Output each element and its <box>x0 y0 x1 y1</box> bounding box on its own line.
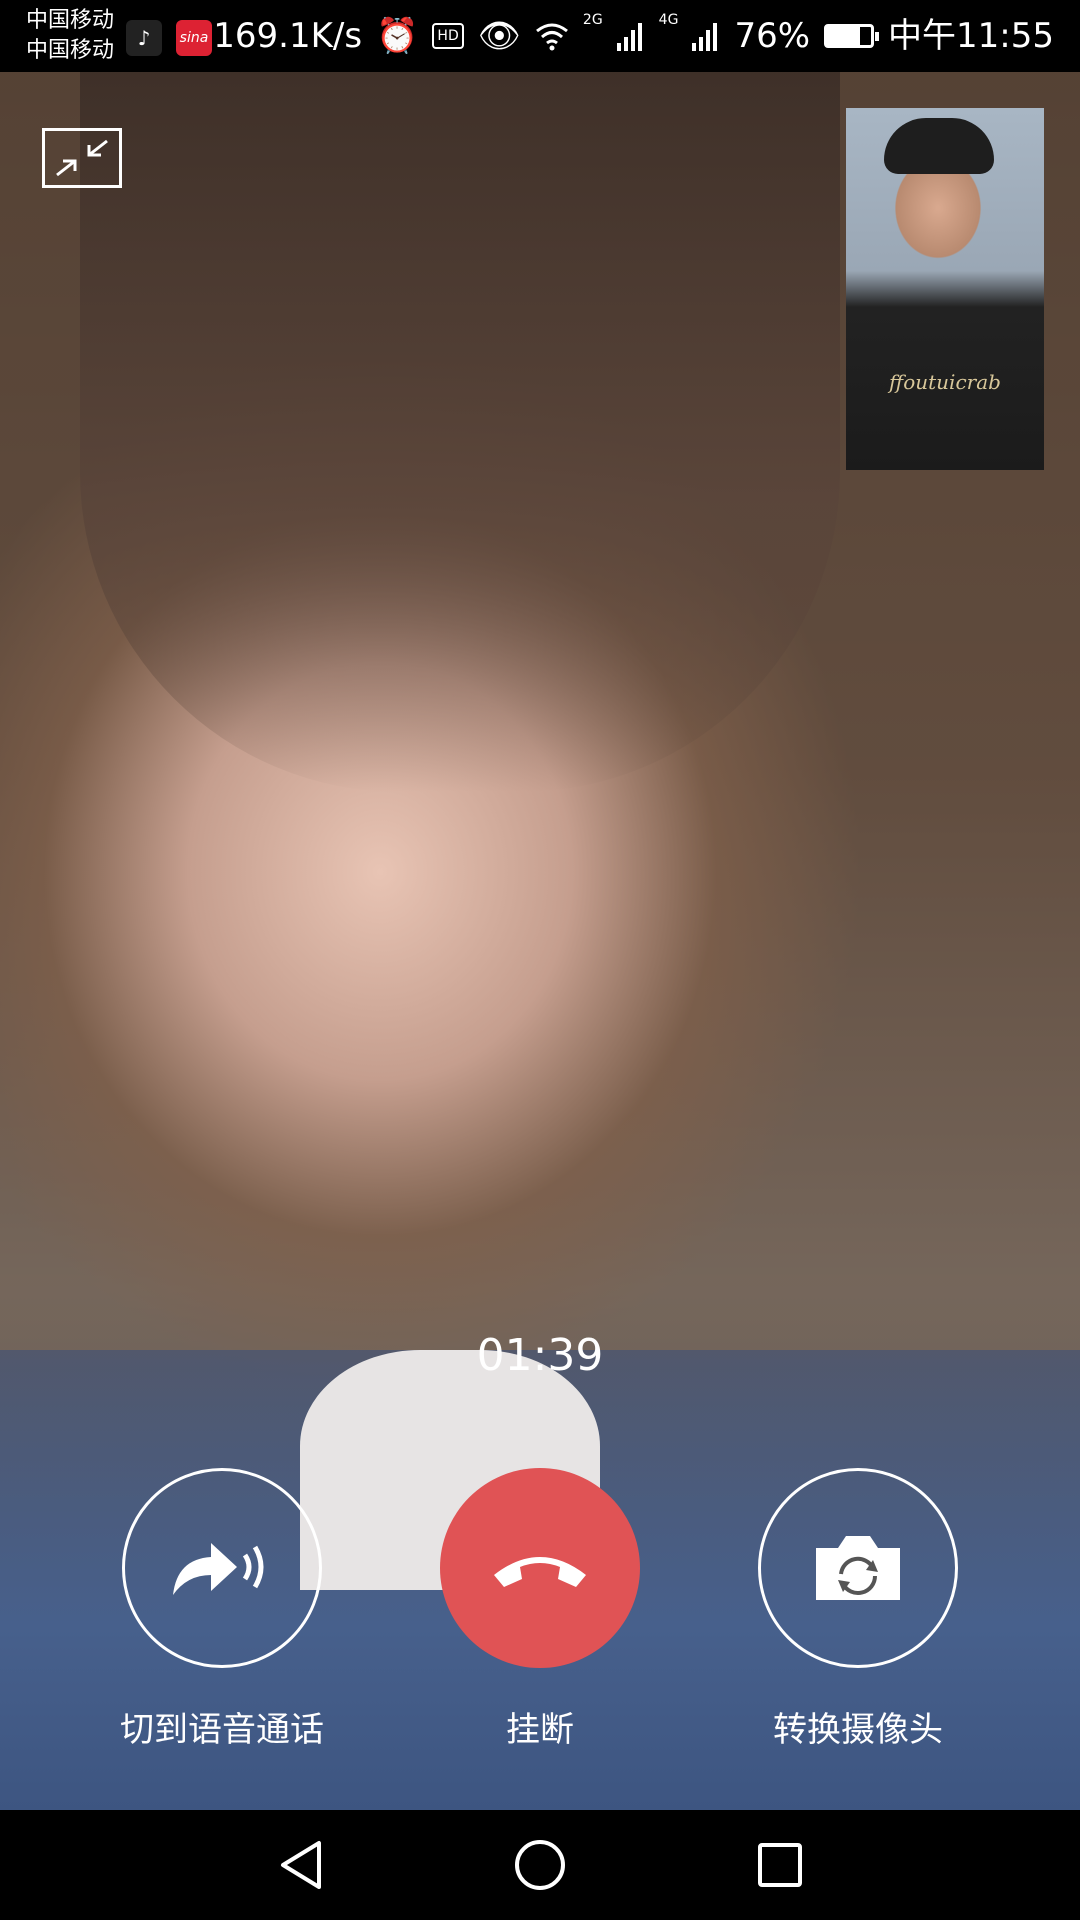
sina-icon: sina <box>176 20 212 56</box>
sim2-signal: 4G <box>659 12 679 28</box>
switch-to-voice-label: 切到语音通话 <box>120 1710 324 1750</box>
status-bar: 中国移动 中国移动 ♪ sina 169.1K/s ⏰ HD 👁 2G 4G 7… <box>0 0 1080 72</box>
eye-icon: 👁 <box>477 16 521 56</box>
pip-shirt-text: ffoutuicrab <box>889 370 1001 394</box>
tiktok-icon: ♪ <box>126 20 162 56</box>
switch-to-voice-control[interactable]: 切到语音通话 <box>72 1468 372 1751</box>
clock: 中午11:55 <box>888 16 1054 56</box>
carrier-info: 中国移动 中国移动 <box>26 6 114 66</box>
sim2-network-label: 4G <box>658 12 679 28</box>
nav-back-button[interactable] <box>266 1830 336 1900</box>
nav-home-button[interactable] <box>505 1830 575 1900</box>
home-circle-icon <box>515 1840 565 1890</box>
minimize-button[interactable] <box>42 128 122 188</box>
self-view-pip[interactable]: ffoutuicrab <box>846 108 1044 470</box>
remote-video-hair-shape <box>80 72 840 792</box>
switch-camera-button[interactable] <box>758 1468 958 1668</box>
recent-square-icon <box>758 1843 802 1887</box>
battery-icon <box>824 24 880 48</box>
hangup-label: 挂断 <box>506 1710 574 1750</box>
video-call-screen: 中国移动 中国移动 ♪ sina 169.1K/s ⏰ HD 👁 2G 4G 7… <box>0 0 1080 1920</box>
hangup-control[interactable]: 挂断 <box>390 1468 690 1751</box>
battery-percent: 76% <box>734 16 811 56</box>
alarm-icon: ⏰ <box>376 16 419 56</box>
carrier-1: 中国移动 <box>26 8 115 33</box>
sim1-signal: 2G <box>583 12 603 28</box>
carrier-2: 中国移动 <box>26 38 115 63</box>
switch-camera-label: 转换摄像头 <box>773 1710 943 1750</box>
net-speed: 169.1K/s <box>213 16 363 56</box>
nav-recent-button[interactable] <box>745 1830 815 1900</box>
sim2-signal-icon <box>692 23 718 51</box>
sim1-signal-icon <box>616 23 642 51</box>
navigation-bar <box>0 1810 1080 1920</box>
sim1-network-label: 2G <box>582 12 603 28</box>
camera-switch-icon <box>816 1536 900 1600</box>
hd-badge: HD <box>432 23 464 49</box>
voice-call-icon <box>173 1543 264 1595</box>
back-triangle-icon <box>281 1841 321 1889</box>
hangup-button[interactable] <box>440 1468 640 1668</box>
switch-to-voice-button[interactable] <box>122 1468 322 1668</box>
battery-fill <box>827 27 861 45</box>
switch-camera-control[interactable]: 转换摄像头 <box>708 1468 1008 1751</box>
collapse-icon <box>56 139 108 177</box>
status-right: 169.1K/s ⏰ HD 👁 2G 4G 76% 中午11:55 <box>213 12 1054 60</box>
phone-hangup-icon <box>494 1557 586 1587</box>
pip-hair-shape <box>884 118 994 174</box>
wifi-icon <box>535 23 568 51</box>
call-timer: 01:39 <box>476 1330 604 1381</box>
notification-icons: ♪ sina <box>126 20 212 56</box>
